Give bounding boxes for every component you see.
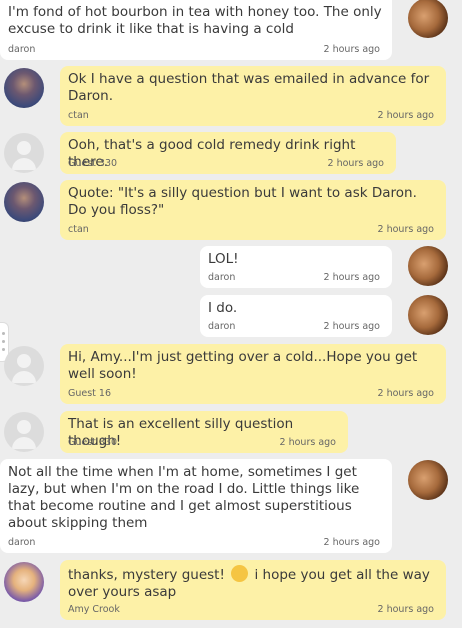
message-author: daron [8,44,36,55]
chat-feed: I'm fond of hot bourbon in tea with hone… [0,0,462,628]
message-time: 2 hours ago [323,537,380,548]
avatar-daron[interactable] [408,460,448,500]
message-bubble: I'm fond of hot bourbon in tea with hone… [0,0,392,60]
message-author: daron [8,537,36,548]
avatar-amy-crook[interactable] [4,562,44,602]
avatar-ctan[interactable] [4,68,44,108]
avatar-guest[interactable] [4,346,44,386]
message-text: I'm fond of hot bourbon in tea with hone… [8,4,382,37]
message-time: 2 hours ago [323,272,380,283]
message-author: daron [208,272,236,283]
message-author: daron [208,321,236,332]
avatar-daron[interactable] [408,0,448,38]
avatar-daron[interactable] [408,295,448,335]
message-bubble: I do. daron 2 hours ago [200,295,392,337]
message-text: Hi, Amy...I'm just getting over a cold..… [68,349,418,382]
message-bubble: LOL! daron 2 hours ago [200,246,392,288]
message-bubble: Not all the time when I'm at home, somet… [0,459,392,553]
message-text: Quote: "It's a silly question but I want… [68,185,417,218]
message-author: ctan [68,110,89,121]
message-time: 2 hours ago [327,158,384,169]
message-bubble: Ooh, that's a good cold remedy drink rig… [60,132,396,174]
message-bubble: thanks, mystery guest! i hope you get al… [60,560,446,620]
relieved-face-emoji-icon [231,565,249,582]
message-time: 2 hours ago [377,388,434,399]
message-text: thanks, mystery guest! i hope you get al… [68,565,438,601]
message-bubble: Quote: "It's a silly question but I want… [60,180,446,240]
message-bubble: Ok I have a question that was emailed in… [60,66,446,126]
message-time: 2 hours ago [323,321,380,332]
message-text: Not all the time when I'm at home, somet… [8,464,360,531]
message-author: Guest 330 [68,437,118,448]
avatar-ctan[interactable] [4,182,44,222]
message-time: 2 hours ago [377,110,434,121]
message-text: Ok I have a question that was emailed in… [68,71,430,104]
message-text: LOL! [208,251,239,267]
message-time: 2 hours ago [377,224,434,235]
message-time: 2 hours ago [377,604,434,615]
avatar-daron[interactable] [408,246,448,286]
avatar-guest[interactable] [4,133,44,173]
message-time: 2 hours ago [323,44,380,55]
message-bubble: That is an excellent silly question thou… [60,411,348,453]
message-text: I do. [208,300,238,316]
message-author: Guest 330 [68,158,118,169]
avatar-guest[interactable] [4,412,44,452]
message-author: Guest 16 [68,388,112,399]
message-time: 2 hours ago [279,437,336,448]
message-author: Amy Crook [68,604,120,615]
message-author: ctan [68,224,89,235]
message-bubble: Hi, Amy...I'm just getting over a cold..… [60,344,446,404]
message-text-part: thanks, mystery guest! [68,567,225,583]
